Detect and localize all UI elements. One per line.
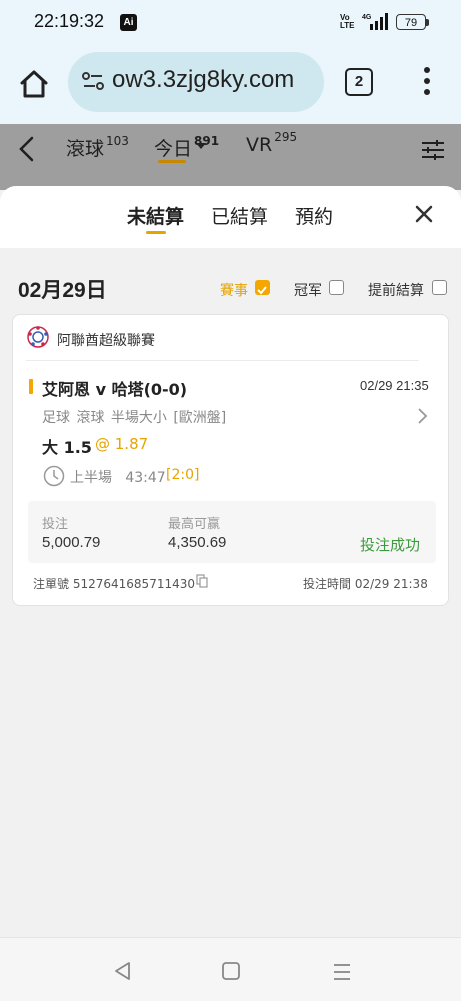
network-type-label: 4G: [362, 14, 372, 21]
bet-time-value: 02/29 21:38: [354, 577, 428, 591]
match-time: 02/29 21:35: [360, 378, 429, 393]
home-icon[interactable]: [14, 64, 54, 104]
tab-vr-count: 295: [274, 130, 298, 144]
card-divider: [26, 360, 419, 361]
bet-status: 投注成功: [360, 536, 421, 554]
stake-label: 投注: [42, 517, 69, 532]
url-text[interactable]: ow3.3zjg8ky.com: [112, 66, 316, 94]
home-square-icon[interactable]: [221, 961, 241, 981]
bet-pick: 大 1.5: [42, 438, 92, 457]
clock-icon: [43, 465, 65, 487]
tab-today[interactable]: 今日 891: [154, 134, 219, 161]
filter-cashout-checkbox[interactable]: [432, 280, 447, 295]
filter-outright-label[interactable]: 冠军: [294, 280, 322, 300]
league-name: 阿聯酋超級聯賽: [57, 333, 155, 349]
battery-tip: [426, 19, 429, 26]
copy-icon[interactable]: [196, 574, 208, 588]
live-score: [2:0]: [166, 467, 200, 483]
filter-events-checkbox[interactable]: [255, 280, 270, 295]
url-value: ow3.3zjg8ky.com: [112, 66, 295, 93]
bet-time-label: 投注時間: [303, 577, 352, 591]
ticket-value: 5127641685711430: [72, 577, 195, 591]
tab-vr-label: VR: [246, 134, 273, 156]
tab-today-label: 今日: [154, 138, 193, 160]
tab-live[interactable]: 滾球 103: [66, 134, 129, 161]
tab-live-count: 103: [106, 134, 129, 148]
period-clock: 43:47: [125, 470, 166, 486]
max-win-label: 最高可赢: [168, 517, 221, 532]
close-icon[interactable]: [412, 202, 436, 226]
stake-value: 5,000.79: [42, 534, 101, 551]
match-title: 艾阿恩 v 哈塔(0-0): [42, 380, 188, 399]
bet-time: 投注時間 02/29 21:38: [303, 575, 428, 592]
filter-sliders-icon[interactable]: [420, 137, 446, 163]
match-period: 上半場 43:47: [70, 467, 166, 487]
recents-menu-icon[interactable]: [332, 962, 352, 982]
tab-live-label: 滾球: [66, 138, 105, 160]
caret-down-icon[interactable]: [196, 143, 206, 149]
chevron-right-icon[interactable]: [416, 407, 428, 425]
ticket-label: 注單號: [33, 577, 70, 591]
back-arrow-icon[interactable]: [14, 134, 40, 164]
league-logo-icon: [27, 326, 49, 348]
tab-reserved[interactable]: 預約: [295, 202, 333, 229]
tab-unsettled[interactable]: 未結算: [127, 202, 184, 229]
status-time: 22:19:32: [34, 11, 105, 31]
check-icon: [257, 286, 267, 295]
filter-cashout-label[interactable]: 提前結算: [368, 280, 424, 300]
filter-outright-checkbox[interactable]: [329, 280, 344, 295]
bet-odds: @ 1.87: [95, 435, 149, 453]
filter-events-label[interactable]: 賽事: [220, 280, 248, 300]
tab-today-indicator: [158, 160, 186, 163]
period-label: 上半場: [70, 470, 112, 486]
signal-icon: 4G: [362, 13, 388, 30]
tab-vr[interactable]: VR 295: [246, 130, 297, 156]
tab-unsettled-indicator: [146, 231, 166, 234]
date-header: 02月29日: [18, 279, 107, 302]
ticket-number: 注單號 5127641685711430: [33, 575, 195, 592]
market-description: 足球 滾球 半場大小 [歐洲盤]: [42, 410, 227, 426]
ai-badge-icon: Ai: [120, 14, 137, 31]
site-settings-icon[interactable]: [80, 68, 106, 94]
match-accent-bar: [29, 379, 33, 394]
tab-settled[interactable]: 已結算: [211, 202, 268, 229]
volte-icon: Vo LTE: [340, 13, 355, 30]
max-win-value: 4,350.69: [168, 534, 227, 551]
battery-icon: 79: [396, 14, 426, 30]
tab-switcher-button[interactable]: 2: [345, 68, 373, 96]
more-menu-icon[interactable]: [420, 66, 434, 96]
back-triangle-icon[interactable]: [112, 960, 134, 982]
